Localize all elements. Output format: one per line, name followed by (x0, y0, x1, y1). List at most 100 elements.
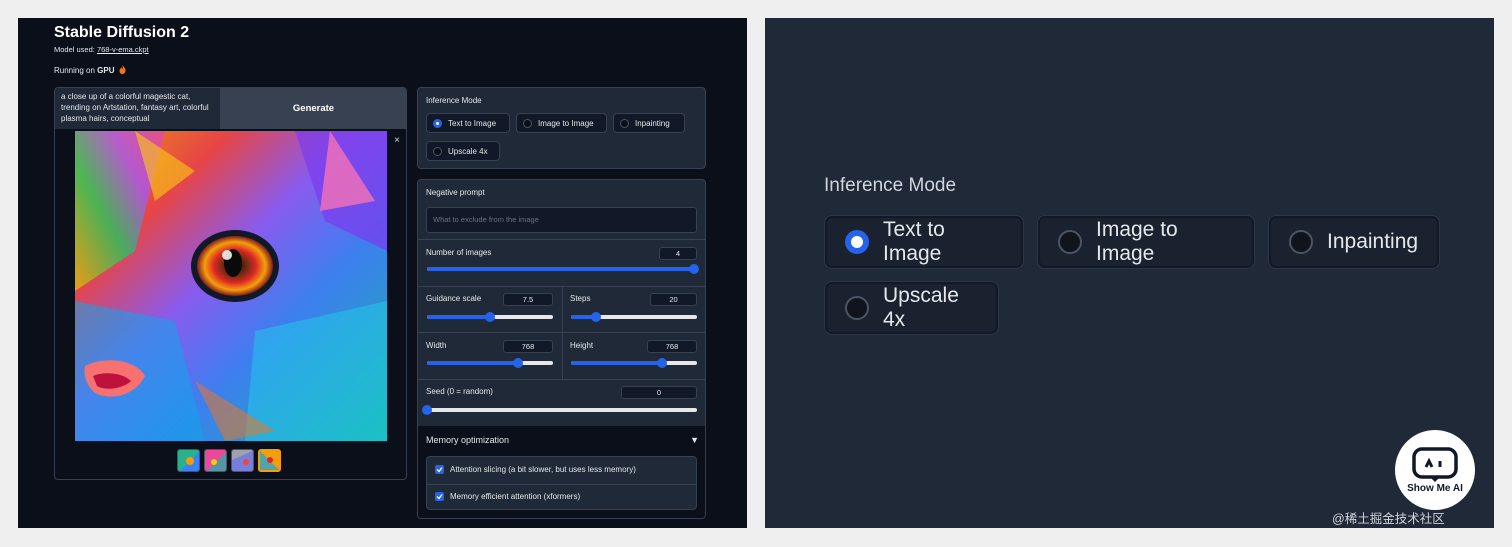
zoom-radio-inpainting[interactable]: Inpainting (1269, 216, 1439, 268)
seed-value[interactable]: 0 (621, 386, 697, 399)
close-preview-icon[interactable]: × (394, 135, 400, 146)
prompt-input[interactable]: a close up of a colorful magestic cat, t… (55, 88, 220, 129)
collapse-caret-icon[interactable]: ▼ (690, 435, 699, 445)
num-images-value[interactable]: 4 (659, 247, 697, 260)
width-slider[interactable] (427, 358, 553, 368)
running-device: GPU (97, 66, 115, 75)
robot-face-icon (1412, 447, 1458, 482)
slider-fill (571, 361, 662, 365)
thumbnail-2-image (205, 450, 226, 471)
slider-fill (427, 361, 518, 365)
slider-fill (427, 315, 490, 319)
zoom-radio-upscale-4x-label: Upscale 4x (883, 284, 959, 331)
generate-button[interactable]: Generate (220, 88, 406, 129)
thumbnail-4-image (260, 451, 279, 470)
steps-label: Steps (570, 294, 591, 303)
cat-art-image (75, 131, 387, 441)
zoom-inference-mode-label: Inference Mode (824, 175, 957, 196)
zoom-radio-image-to-image-label: Image to Image (1096, 218, 1178, 265)
radio-checked-icon (845, 230, 869, 254)
radio-inpainting[interactable]: Inpainting (613, 113, 685, 133)
guidance-scale-value[interactable]: 7.5 (503, 293, 553, 306)
checkmark-icon (436, 467, 443, 473)
thumbnail-1[interactable] (177, 449, 200, 472)
generated-image-preview (75, 131, 387, 441)
seed-slider[interactable] (422, 405, 697, 415)
zoom-radio-upscale-4x[interactable]: Upscale 4x (825, 282, 998, 334)
radio-unchecked-icon (523, 118, 532, 128)
radio-unchecked-icon (433, 146, 442, 156)
slider-handle[interactable] (591, 312, 602, 322)
slider-handle[interactable] (422, 405, 432, 415)
num-images-slider[interactable] (427, 264, 699, 274)
zoom-radio-inpainting-label: Inpainting (1327, 230, 1419, 253)
attention-slicing-checkbox[interactable]: Attention slicing (a bit slower, but use… (435, 465, 636, 474)
radio-checked-icon (433, 118, 442, 128)
radio-unchecked-icon (845, 296, 869, 320)
guidance-scale-label: Guidance scale (426, 294, 482, 303)
radio-unchecked-icon (1058, 230, 1082, 254)
memory-efficient-attention-label: Memory efficient attention (xformers) (450, 492, 581, 501)
seed-label: Seed (0 = random) (426, 387, 493, 396)
fire-icon (119, 65, 126, 74)
checkbox-checked-icon (435, 492, 444, 501)
height-slider[interactable] (571, 358, 697, 368)
model-label: Model used: (54, 45, 95, 54)
steps-slider[interactable] (571, 312, 697, 322)
radio-unchecked-icon (1289, 230, 1313, 254)
watermark: @稀土掘金技术社区 (1332, 512, 1445, 526)
output-gallery: a close up of a colorful magestic cat, t… (54, 87, 407, 480)
zoom-radio-text-to-image[interactable]: Text to Image (825, 216, 1023, 268)
slider-handle[interactable] (656, 358, 667, 368)
memory-optimization-label[interactable]: Memory optimization (426, 435, 509, 445)
show-me-ai-badge: Show Me AI (1395, 430, 1475, 510)
slider-handle[interactable] (689, 264, 699, 274)
zoom-radio-image-to-image[interactable]: Image to Image (1038, 216, 1254, 268)
thumbnail-4-selected[interactable] (258, 449, 281, 472)
memory-options-group: Attention slicing (a bit slower, but use… (426, 456, 697, 510)
checkmark-icon (436, 494, 443, 500)
running-label: Running on (54, 66, 95, 75)
attention-slicing-label: Attention slicing (a bit slower, but use… (450, 465, 636, 474)
model-link[interactable]: 768-v-ema.ckpt (97, 45, 149, 54)
width-value[interactable]: 768 (503, 340, 553, 353)
height-label: Height (570, 341, 594, 350)
thumbnail-2[interactable] (204, 449, 227, 472)
running-line: Running on GPU (54, 65, 126, 75)
slider-fill (427, 267, 694, 271)
inference-mode-label: Inference Mode (426, 96, 482, 105)
zoom-radio-text-to-image-label: Text to Image (883, 218, 945, 265)
badge-label: Show Me AI (1407, 483, 1463, 494)
radio-upscale-4x[interactable]: Upscale 4x (426, 141, 500, 161)
radio-image-to-image[interactable]: Image to Image (516, 113, 607, 133)
guidance-scale-slider[interactable] (427, 312, 553, 322)
thumbnail-1-image (178, 450, 199, 471)
steps-value[interactable]: 20 (650, 293, 697, 306)
slider-handle[interactable] (485, 312, 495, 322)
row-divider (418, 332, 705, 333)
memory-efficient-attention-checkbox[interactable]: Memory efficient attention (xformers) (435, 492, 580, 501)
radio-unchecked-icon (620, 118, 629, 128)
width-label: Width (426, 341, 447, 350)
thumbnail-3[interactable] (231, 449, 254, 472)
app-title: Stable Diffusion 2 (54, 24, 190, 41)
height-value[interactable]: 768 (647, 340, 697, 353)
memory-optimization-accordion: Memory optimization ▼ Attention slicing … (418, 426, 705, 518)
inference-mode-zoom-panel: Inference Mode Text to Image Image to Im… (765, 18, 1494, 528)
radio-upscale-4x-label: Upscale 4x (448, 146, 488, 156)
negative-prompt-input[interactable]: What to exclude from the image (426, 207, 697, 233)
radio-inpainting-label: Inpainting (635, 118, 670, 128)
slider-handle[interactable] (512, 358, 523, 368)
thumbnail-strip (177, 449, 281, 472)
col-divider (562, 286, 563, 380)
radio-text-to-image[interactable]: Text to Image (426, 113, 510, 133)
num-images-label: Number of images (426, 248, 492, 257)
inference-mode-group: Inference Mode Text to Image Image to Im… (417, 87, 706, 169)
radio-image-to-image-label: Image to Image (538, 118, 594, 128)
row-divider (418, 379, 705, 380)
thumbnail-3-image (232, 450, 253, 471)
negative-prompt-label: Negative prompt (426, 188, 485, 197)
model-line: Model used: 768-v-ema.ckpt (54, 45, 149, 54)
row-divider (418, 239, 705, 240)
row-divider (427, 484, 696, 485)
